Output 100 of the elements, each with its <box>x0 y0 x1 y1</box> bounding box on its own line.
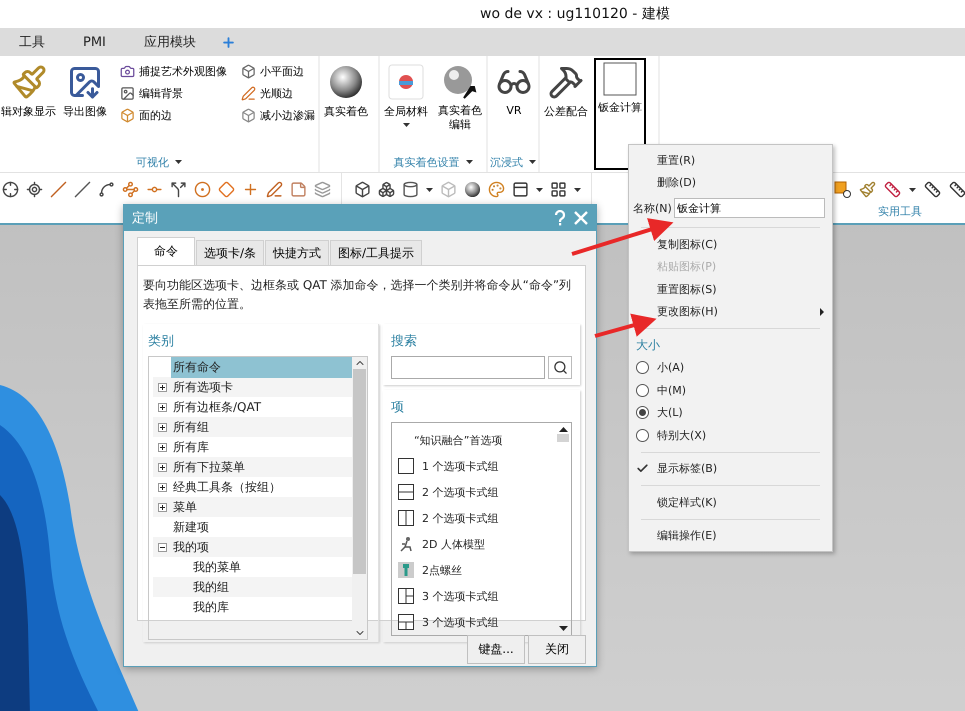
box-gear-icon[interactable] <box>834 181 851 198</box>
ribbon-button[interactable]: 光顺边 <box>238 82 318 104</box>
close-button[interactable] <box>574 211 588 225</box>
cube-icon <box>120 108 135 122</box>
tree-item[interactable]: 所有边框条/QAT <box>171 396 264 418</box>
menu-tab[interactable]: 应用模块 <box>130 29 209 55</box>
caret-icon <box>909 188 916 192</box>
expand-icon[interactable] <box>158 502 167 512</box>
window-icon[interactable] <box>512 181 529 198</box>
radio-button[interactable] <box>636 384 649 397</box>
menu-item[interactable]: 编辑操作(E) <box>629 524 832 548</box>
collapse-icon[interactable] <box>158 542 167 552</box>
search-field[interactable] <box>391 356 545 380</box>
paintbrush-icon[interactable] <box>859 181 876 198</box>
help-icon <box>554 210 566 226</box>
scrollbar-thumb[interactable] <box>557 434 569 442</box>
ribbon-button[interactable]: 全局材料 <box>380 60 432 131</box>
menu-item[interactable]: 锁定样式(K) <box>629 491 832 514</box>
ruler-icon[interactable] <box>924 181 941 198</box>
cubes-icon[interactable] <box>378 181 395 198</box>
tree-item[interactable]: 菜单 <box>171 496 199 518</box>
expand-icon[interactable] <box>158 442 167 452</box>
dialog-tab[interactable]: 图标/工具提示 <box>330 240 422 265</box>
grid-icon[interactable] <box>550 181 567 198</box>
diamond-icon[interactable] <box>218 181 235 198</box>
command-item[interactable]: 3 个选项卡式组 <box>422 614 498 630</box>
dialog-tab[interactable]: 命令 <box>137 237 195 265</box>
add-tab-icon[interactable] <box>220 34 236 50</box>
ruler-icon[interactable] <box>949 181 965 198</box>
tree-item[interactable]: 所有命令 <box>171 357 352 378</box>
command-item[interactable]: “知识融合”首选项 <box>398 432 502 448</box>
curve-icon[interactable] <box>98 181 115 198</box>
tree-item[interactable]: 我的库 <box>191 596 231 618</box>
ribbon-button[interactable]: VR <box>488 60 540 121</box>
radio-button[interactable] <box>636 428 649 442</box>
menu-item[interactable]: 复制图标(C) <box>629 233 832 256</box>
split-horizontal-icon <box>398 484 414 500</box>
caret-icon <box>536 188 543 192</box>
seated-figure-icon <box>398 536 414 552</box>
ribbon-button[interactable]: 真实着色编辑 <box>434 60 486 137</box>
layers-icon[interactable] <box>314 181 331 198</box>
ribbon-button[interactable]: 捕捉艺术外观图像 <box>117 60 230 82</box>
name-field[interactable]: 钣金计算 <box>674 198 825 218</box>
branch-icon[interactable] <box>170 181 187 198</box>
pen-icon[interactable] <box>266 181 283 198</box>
command-item[interactable]: 3 个选项卡式组 <box>422 588 498 604</box>
tree-item[interactable]: 我的菜单 <box>191 556 243 578</box>
help-button[interactable] <box>554 210 566 226</box>
radio-button[interactable] <box>636 361 649 374</box>
dialog-button[interactable]: 关闭 <box>528 635 586 664</box>
tree-item[interactable]: 新建项 <box>171 516 211 538</box>
line-icon[interactable] <box>74 181 91 198</box>
crosshair-icon[interactable] <box>2 181 19 198</box>
menu-item[interactable]: 显示标签(B) <box>657 461 718 476</box>
menu-item[interactable]: 更改图标(H) <box>629 300 832 324</box>
ribbon-button[interactable]: 减小边渗漏 <box>238 104 318 126</box>
hammer-icon <box>548 64 584 100</box>
ribbon-button[interactable]: 辑对象显示 <box>0 60 57 123</box>
command-item[interactable]: 2 个选项卡式组 <box>422 510 498 526</box>
ribbon-button[interactable]: 导出图像 <box>59 60 111 123</box>
caret-icon <box>426 188 433 192</box>
circle-dot-icon[interactable] <box>194 181 211 198</box>
ribbon-button[interactable]: 面的边 <box>117 104 230 126</box>
command-item[interactable]: 2点螺丝 <box>422 562 462 578</box>
note-icon[interactable] <box>290 181 307 198</box>
menu-tab[interactable]: PMI <box>70 30 119 54</box>
palette-icon[interactable] <box>488 181 505 198</box>
tree-item[interactable]: 所有库 <box>171 436 211 458</box>
ribbon-button[interactable]: 编辑背景 <box>117 82 230 104</box>
menu-tab[interactable]: 工具 <box>6 29 58 55</box>
menu-item[interactable]: 重置图标(S) <box>629 278 832 301</box>
search-button[interactable] <box>548 356 572 380</box>
dialog-tab[interactable]: 快捷方式 <box>265 240 330 265</box>
cross-icon[interactable] <box>242 181 259 198</box>
locate-icon[interactable] <box>26 181 43 198</box>
expand-icon[interactable] <box>158 482 167 492</box>
dialog-tab[interactable]: 选项卡/条 <box>196 240 264 265</box>
command-item[interactable]: 2D 人体模型 <box>422 536 485 552</box>
expand-icon[interactable] <box>158 402 167 412</box>
polyline-icon[interactable] <box>122 181 139 198</box>
cube-icon[interactable] <box>354 181 371 198</box>
line-icon[interactable] <box>50 181 67 198</box>
radio-button[interactable] <box>636 406 649 420</box>
cylinder-icon[interactable] <box>402 181 419 198</box>
ribbon-button[interactable]: 真实着色 <box>320 60 372 123</box>
expand-icon[interactable] <box>158 382 167 392</box>
dimension-icon[interactable] <box>884 181 901 198</box>
dialog-button[interactable]: 键盘... <box>467 635 525 664</box>
tree-item[interactable]: 经典工具条（按组） <box>171 476 283 498</box>
command-item[interactable]: 1 个选项卡式组 <box>422 458 498 474</box>
ribbon-button[interactable]: 公差配合 <box>540 60 592 123</box>
ribbon-button[interactable]: 小平面边 <box>238 60 318 82</box>
scroll-down-icon[interactable] <box>558 626 568 632</box>
scrollbar-thumb[interactable] <box>353 369 366 574</box>
dialog-title: 定制 <box>132 210 159 227</box>
ribbon-button[interactable]: 钣金计算 <box>594 58 646 170</box>
expand-icon[interactable] <box>158 462 167 472</box>
expand-icon[interactable] <box>158 422 167 432</box>
command-item[interactable]: 2 个选项卡式组 <box>422 484 498 500</box>
menu-item[interactable]: 删除(D) <box>629 172 832 194</box>
